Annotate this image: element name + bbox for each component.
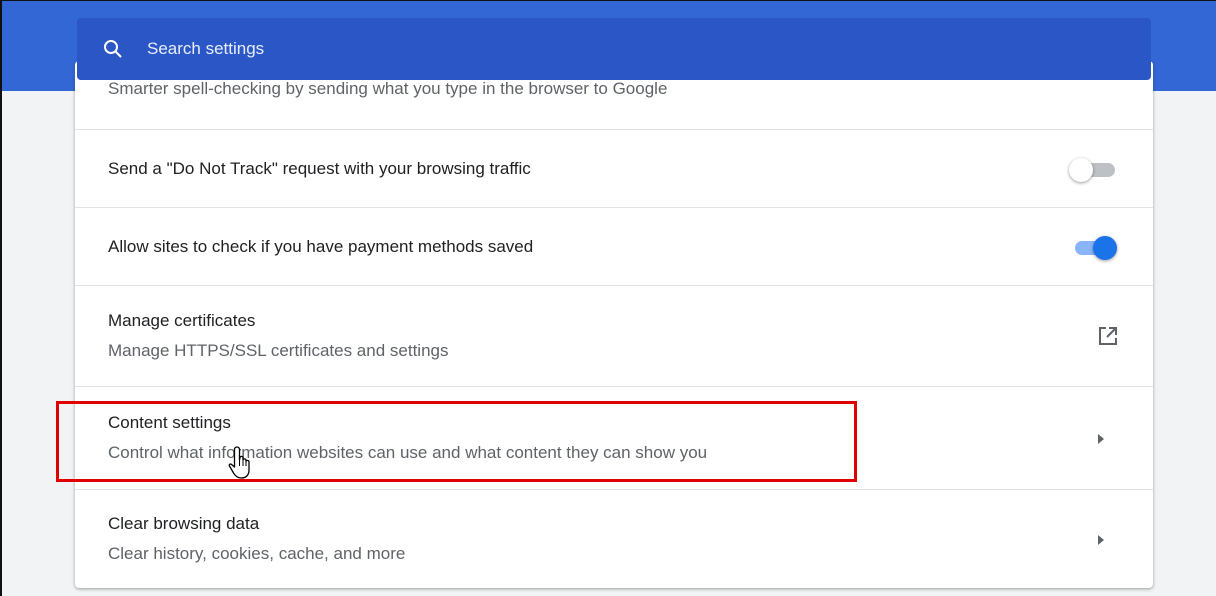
do-not-track-toggle[interactable]	[1069, 157, 1117, 182]
hand-cursor-icon	[228, 445, 258, 481]
do-not-track-label: Send a "Do Not Track" request with your …	[108, 158, 531, 178]
search-icon[interactable]	[101, 37, 125, 61]
search-bar[interactable]	[77, 18, 1151, 80]
row-manage-certificates[interactable]: Manage certificates Manage HTTPS/SSL cer…	[75, 285, 1153, 386]
privacy-settings-card: Smarter spell-checking by sending what y…	[75, 61, 1153, 588]
payment-methods-toggle[interactable]	[1069, 235, 1117, 260]
row-payment-methods[interactable]: Allow sites to check if you have payment…	[75, 207, 1153, 285]
arrow-right-icon[interactable]	[1097, 432, 1105, 444]
arrow-right-icon[interactable]	[1097, 533, 1105, 545]
search-input[interactable]	[147, 39, 947, 59]
open-in-new-icon[interactable]	[1097, 325, 1119, 347]
payment-methods-label: Allow sites to check if you have payment…	[108, 236, 534, 256]
row-do-not-track[interactable]: Send a "Do Not Track" request with your …	[75, 129, 1153, 207]
manage-certificates-description: Manage HTTPS/SSL certificates and settin…	[108, 341, 449, 360]
spellcheck-label: Smarter spell-checking by sending what y…	[108, 79, 668, 98]
row-clear-browsing-data[interactable]: Clear browsing data Clear history, cooki…	[75, 489, 1153, 588]
clear-browsing-data-label: Clear browsing data	[108, 514, 260, 533]
highlight-box	[56, 401, 857, 482]
clear-browsing-data-description: Clear history, cookies, cache, and more	[108, 544, 406, 563]
manage-certificates-label: Manage certificates	[108, 311, 256, 330]
